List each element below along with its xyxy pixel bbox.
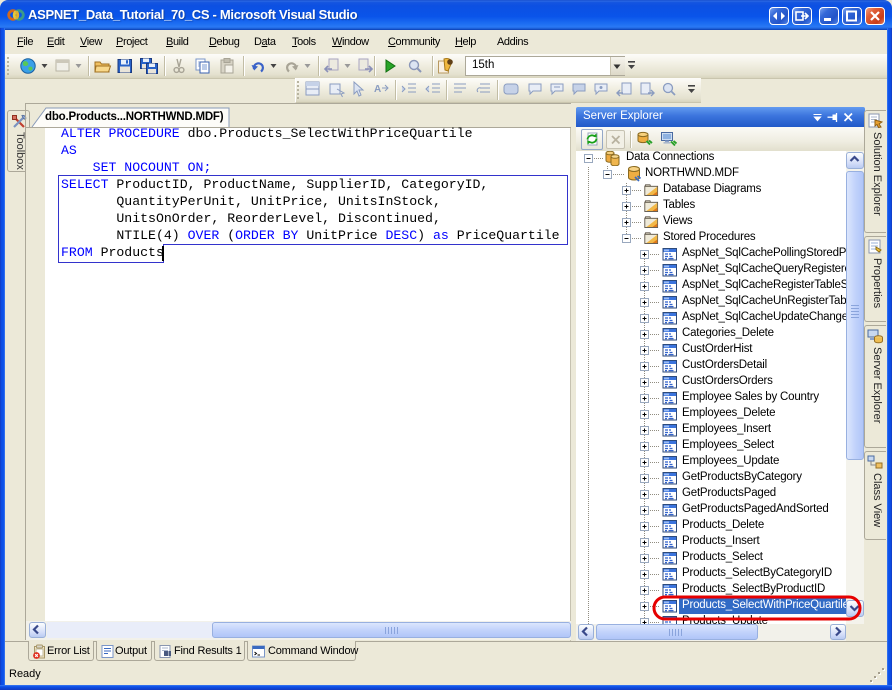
svg-text:A: A bbox=[374, 84, 381, 95]
